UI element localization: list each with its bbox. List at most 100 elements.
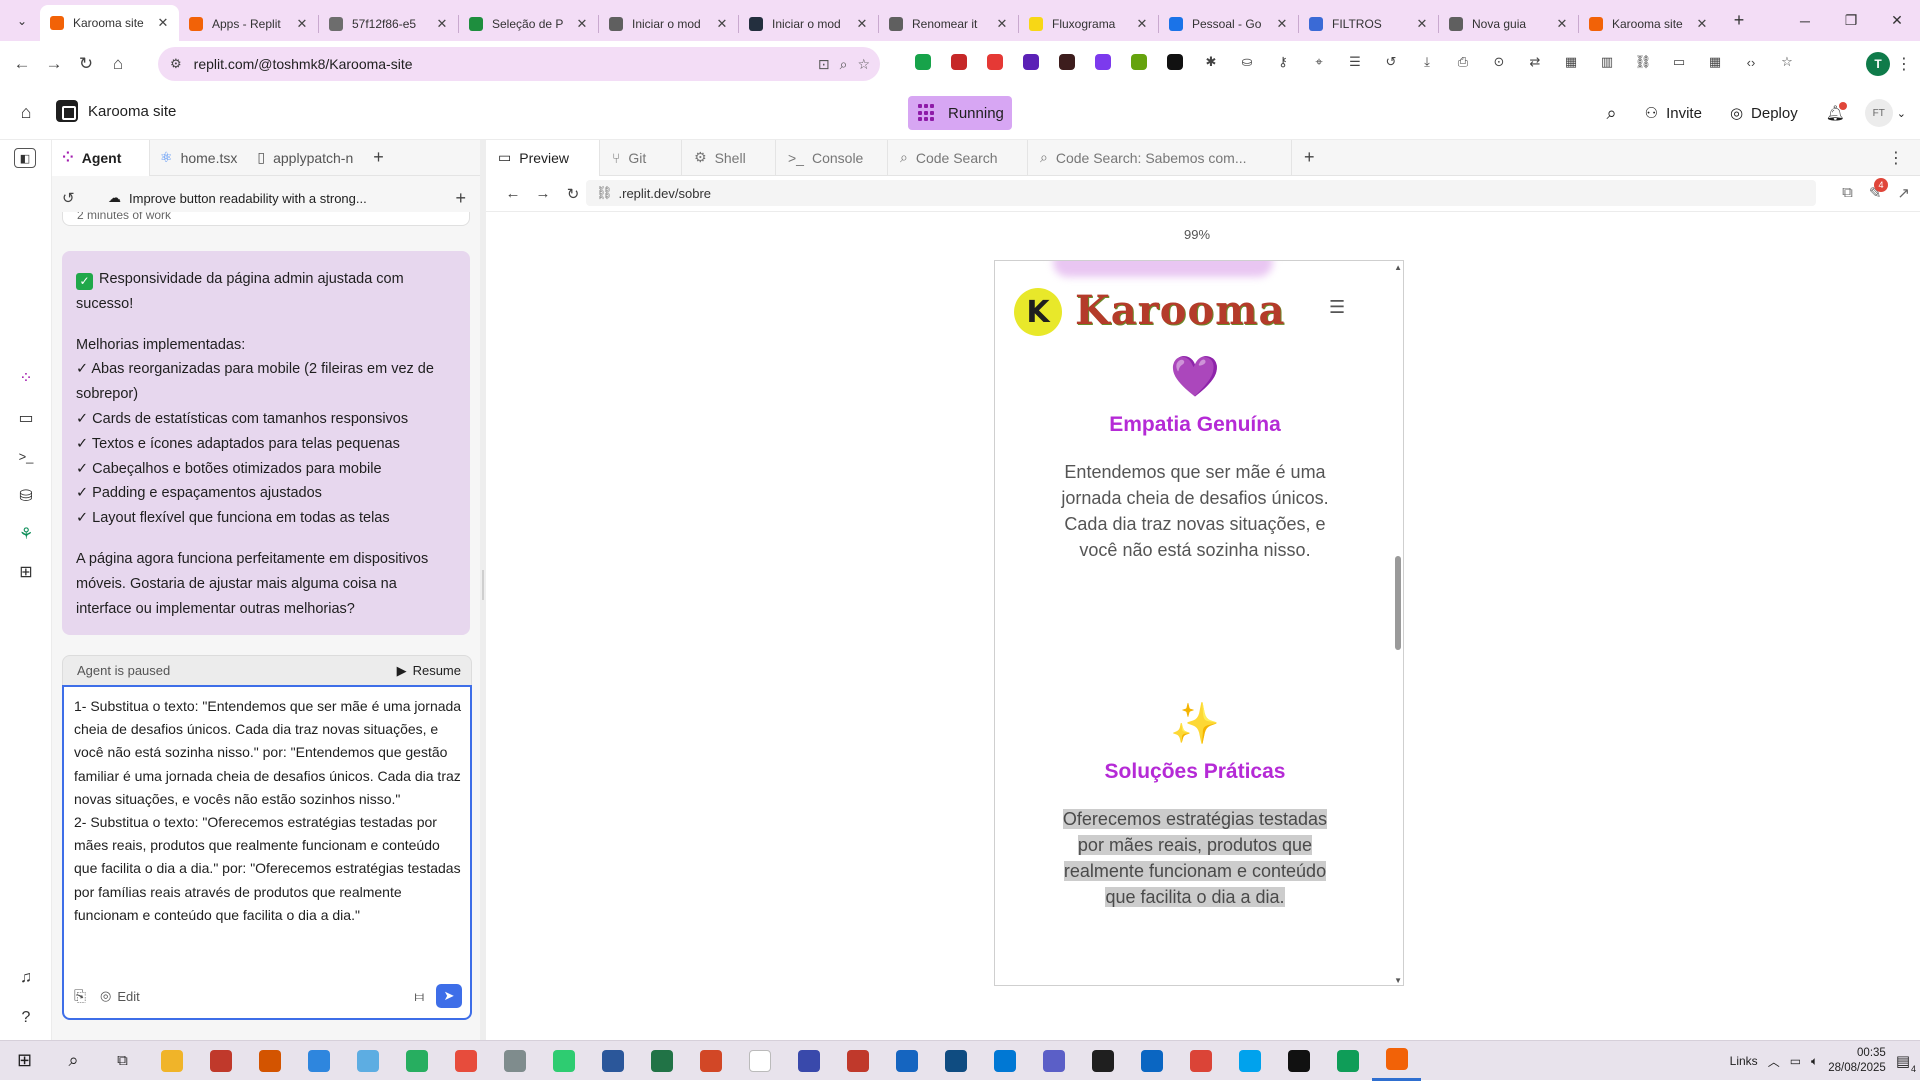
extension-icon[interactable] xyxy=(910,49,936,75)
profile-avatar[interactable]: T xyxy=(1866,52,1890,76)
tab-close-icon[interactable]: ✕ xyxy=(1554,16,1570,32)
worklog-summary[interactable]: 2 minutes of work xyxy=(62,212,470,226)
send-button[interactable]: ➤ xyxy=(436,984,462,1008)
install-icon[interactable]: ⊡ xyxy=(818,56,830,73)
taskbar-app-icon[interactable] xyxy=(490,1041,539,1081)
files-icon[interactable]: ◧ xyxy=(14,148,36,168)
thread-title[interactable]: ☁ Improve button readability with a stron… xyxy=(108,190,367,206)
browser-menu-icon[interactable]: ⋮ xyxy=(1896,54,1912,74)
start-icon[interactable]: ⊞ xyxy=(0,1041,49,1081)
resume-button[interactable]: ▶ Resume xyxy=(397,663,461,679)
taskbar-app-icon[interactable] xyxy=(196,1041,245,1081)
taskbar-app-icon[interactable] xyxy=(1372,1041,1421,1081)
preview-forward-icon[interactable]: → xyxy=(528,185,558,202)
browser-tab[interactable]: Seleção de P ✕ xyxy=(459,7,598,41)
tab-close-icon[interactable]: ✕ xyxy=(1414,16,1430,32)
restore-icon[interactable]: ❐ xyxy=(1828,0,1874,41)
tab-close-icon[interactable]: ✕ xyxy=(155,15,171,31)
browser-tab[interactable]: Iniciar o mod ✕ xyxy=(599,7,738,41)
site-info-icon[interactable]: ⚙ xyxy=(170,56,182,72)
network-icon[interactable]: ▭ xyxy=(1790,1054,1801,1068)
browser-tab[interactable]: Fluxograma ✕ xyxy=(1019,7,1158,41)
translate-icon[interactable]: ⇄ xyxy=(1522,49,1548,75)
tab-close-icon[interactable]: ✕ xyxy=(434,16,450,32)
taskbar-app-icon[interactable] xyxy=(784,1041,833,1081)
tab-close-icon[interactable]: ✕ xyxy=(1274,16,1290,32)
forward-icon[interactable]: → xyxy=(38,48,70,80)
extension-icon[interactable] xyxy=(1090,49,1116,75)
taskbar-app-icon[interactable] xyxy=(392,1041,441,1081)
user-avatar[interactable]: FT xyxy=(1864,99,1893,127)
bookmark-star-icon[interactable]: ☆ xyxy=(857,56,870,73)
open-new-tab-icon[interactable]: ↗ xyxy=(1897,184,1910,202)
taskbar-app-icon[interactable] xyxy=(1323,1041,1372,1081)
preview-back-icon[interactable]: ← xyxy=(498,185,528,202)
taskbar-app-icon[interactable] xyxy=(1225,1041,1274,1081)
screenshot-icon[interactable]: ⊙ xyxy=(1486,49,1512,75)
links-toolbar[interactable]: Links xyxy=(1730,1054,1758,1068)
tab-console[interactable]: >_ Console xyxy=(776,139,888,176)
task-view-icon[interactable]: ⧉ xyxy=(98,1041,147,1081)
extension-icon[interactable] xyxy=(946,49,972,75)
tab-code-search-2[interactable]: ⌕ Code Search: Sabemos com... xyxy=(1028,139,1292,176)
help-bell-icon[interactable]: ♫ xyxy=(14,966,38,990)
address-bar[interactable]: ⚙ replit.com/@toshmk8/Karooma-site ⊡ ⌕ ☆ xyxy=(158,47,880,81)
tab-close-icon[interactable]: ✕ xyxy=(1694,16,1710,32)
karooma-wordmark[interactable]: Karooma xyxy=(1075,287,1285,334)
browser-tab[interactable]: Renomear it ✕ xyxy=(879,7,1018,41)
tab-applypatch[interactable]: ▯ applypatch-n xyxy=(247,140,363,176)
add-tab-button[interactable]: + xyxy=(363,147,394,168)
replit-home-icon[interactable]: ⌂ xyxy=(14,100,38,124)
preview-url-field[interactable]: ⛓ .replit.dev/sobre xyxy=(586,180,1816,206)
taskbar-app-icon[interactable] xyxy=(1176,1041,1225,1081)
location-icon[interactable]: ⌖ xyxy=(1306,49,1332,75)
browser-tab[interactable]: Apps - Replit ✕ xyxy=(179,7,318,41)
all-tools-icon[interactable]: ⊞ xyxy=(14,560,38,584)
taskbar-app-icon[interactable] xyxy=(980,1041,1029,1081)
home-icon[interactable]: ⌂ xyxy=(102,48,134,80)
shell-rail-icon[interactable]: >_ xyxy=(14,444,38,468)
scroll-down-icon[interactable]: ▼ xyxy=(1394,976,1402,985)
database-icon[interactable]: ⛁ xyxy=(14,484,38,508)
tab-close-icon[interactable]: ✕ xyxy=(714,16,730,32)
reader-icon[interactable]: ▥ xyxy=(1594,49,1620,75)
print-icon[interactable]: ⎙ xyxy=(1450,49,1476,75)
scroll-thumb[interactable] xyxy=(1395,556,1401,650)
code-icon[interactable]: ‹› xyxy=(1738,49,1764,75)
tab-close-icon[interactable]: ✕ xyxy=(854,16,870,32)
download-icon[interactable]: ⤓ xyxy=(1414,49,1440,75)
new-thread-button[interactable]: + xyxy=(455,188,466,209)
history-icon[interactable]: ↺ xyxy=(62,189,86,207)
taskbar-app-icon[interactable] xyxy=(833,1041,882,1081)
browser-tab[interactable]: Karooma site ✕ xyxy=(1579,7,1718,41)
tab-close-icon[interactable]: ✕ xyxy=(574,16,590,32)
volume-icon[interactable]: 🔈︎ xyxy=(1811,1054,1818,1069)
run-button[interactable]: Running xyxy=(908,96,1012,130)
deploy-button[interactable]: ◎ Deploy xyxy=(1716,104,1812,123)
taskbar-app-icon[interactable] xyxy=(294,1041,343,1081)
cast-icon[interactable]: ▭ xyxy=(1666,49,1692,75)
tab-shell[interactable]: ⚙ Shell xyxy=(682,139,776,176)
edit-mode-button[interactable]: ◎ Edit xyxy=(100,988,140,1004)
qr-icon[interactable]: ▦ xyxy=(1558,49,1584,75)
table-icon[interactable]: ▦ xyxy=(1702,49,1728,75)
agent-rail-icon[interactable]: ⁘ xyxy=(14,366,38,390)
search-icon[interactable]: ⌕ xyxy=(49,1041,98,1081)
help-icon[interactable]: ? xyxy=(14,1006,38,1030)
browser-tab[interactable]: Nova guia ✕ xyxy=(1439,7,1578,41)
extension-icon[interactable] xyxy=(1018,49,1044,75)
extension-icon[interactable] xyxy=(982,49,1008,75)
taskbar-app-icon[interactable] xyxy=(588,1041,637,1081)
browser-tab[interactable]: 57f12f86-e5 ✕ xyxy=(319,7,458,41)
preview-reload-icon[interactable]: ↻ xyxy=(558,185,588,203)
search-icon[interactable]: ⌕ xyxy=(1593,103,1631,124)
attach-icon[interactable]: ⎘ xyxy=(74,988,86,1005)
scroll-up-icon[interactable]: ▲ xyxy=(1394,263,1402,272)
mobile-preview-frame[interactable]: K Karooma ☰ 💜 Empatia Genuína Entendemos… xyxy=(994,260,1404,986)
close-window-icon[interactable]: ✕ xyxy=(1874,0,1920,41)
notification-center-icon[interactable]: ▤ 4 xyxy=(1896,1052,1916,1074)
extension-icon[interactable] xyxy=(1126,49,1152,75)
add-pane-tab-button[interactable]: + xyxy=(1292,147,1327,168)
extension-icon[interactable] xyxy=(1162,49,1188,75)
reload-icon[interactable]: ↻ xyxy=(70,48,102,80)
